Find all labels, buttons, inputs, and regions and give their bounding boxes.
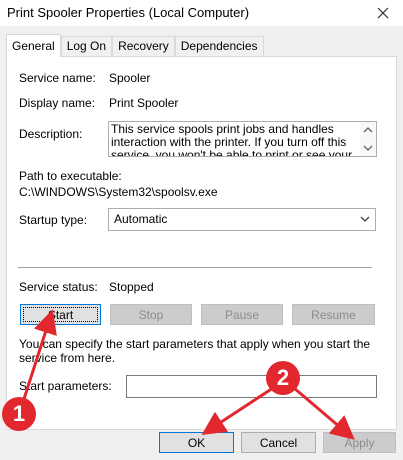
ok-button-label: OK — [187, 436, 206, 450]
start-parameters-label: Start parameters: — [19, 379, 112, 393]
description-label: Description: — [19, 127, 83, 141]
service-status-label: Service status: — [19, 280, 98, 294]
annotation-badge-1: 1 — [2, 397, 36, 431]
ok-button[interactable]: OK — [159, 432, 234, 453]
cancel-button-label: Cancel — [259, 436, 298, 450]
separator — [18, 267, 372, 268]
service-status-value: Stopped — [109, 280, 154, 294]
tab-strip: General Log On Recovery Dependencies — [6, 34, 264, 57]
start-params-hint: You can specify the start parameters tha… — [19, 337, 371, 365]
tab-general[interactable]: General — [6, 34, 61, 57]
scroll-up-icon[interactable] — [360, 124, 376, 136]
pause-button-label: Pause — [224, 308, 260, 322]
focus-rect — [23, 307, 98, 322]
apply-button[interactable]: Apply — [323, 432, 396, 453]
tab-dependencies[interactable]: Dependencies — [174, 36, 264, 57]
cancel-button[interactable]: Cancel — [241, 432, 316, 453]
annotation-badge-2: 2 — [266, 361, 300, 395]
stop-button[interactable]: Stop — [110, 304, 192, 325]
pause-button[interactable]: Pause — [201, 304, 283, 325]
resume-button[interactable]: Resume — [292, 304, 375, 325]
title-bar: Print Spooler Properties (Local Computer… — [0, 0, 403, 26]
general-panel — [6, 56, 397, 430]
description-box[interactable]: This service spools print jobs and handl… — [108, 121, 377, 157]
close-icon — [377, 7, 389, 19]
description-scrollbar[interactable] — [360, 122, 376, 156]
start-parameters-input[interactable] — [126, 375, 377, 398]
close-button[interactable] — [363, 0, 403, 26]
path-label: Path to executable: — [19, 169, 122, 183]
startup-type-label: Startup type: — [19, 213, 88, 227]
resume-button-label: Resume — [311, 308, 356, 322]
tab-log-on[interactable]: Log On — [60, 36, 113, 57]
service-name-value: Spooler — [109, 71, 151, 85]
chevron-down-icon — [360, 216, 370, 222]
path-value: C:\WINDOWS\System32\spoolsv.exe — [19, 185, 218, 199]
startup-type-select[interactable]: Automatic — [108, 208, 376, 231]
display-name-value: Print Spooler — [109, 96, 179, 110]
description-text: This service spools print jobs and handl… — [111, 122, 353, 157]
start-button[interactable]: Start — [20, 304, 101, 325]
service-name-label: Service name: — [19, 71, 96, 85]
startup-type-value: Automatic — [114, 212, 168, 226]
display-name-label: Display name: — [19, 96, 96, 110]
scroll-down-icon[interactable] — [360, 142, 376, 154]
apply-button-label: Apply — [344, 436, 375, 450]
tab-recovery[interactable]: Recovery — [112, 36, 175, 57]
window-title: Print Spooler Properties (Local Computer… — [7, 5, 250, 20]
stop-button-label: Stop — [138, 308, 164, 322]
